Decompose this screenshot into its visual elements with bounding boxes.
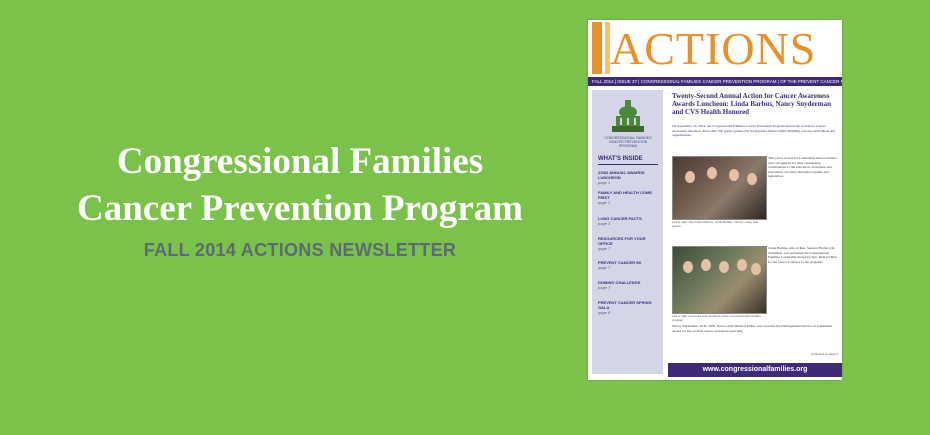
inside-item-page: page 7: [598, 265, 611, 270]
inside-item[interactable]: FAMILY AND HEALTH COME FIRST page 3: [598, 190, 658, 205]
person-face: [701, 259, 711, 271]
article-side-text: This year's Action for Leadership Award …: [768, 156, 837, 178]
divider: [598, 164, 658, 165]
person-face: [683, 261, 693, 273]
inside-item-page: page 3: [598, 200, 611, 205]
inside-item-label: FAMILY AND HEALTH COME FIRST: [598, 190, 653, 200]
person-face: [737, 259, 747, 271]
inside-item-label: RESOURCES FOR YOUR OFFICE: [598, 236, 646, 246]
inside-item[interactable]: PREVENT CANCER SPRING GALA page 8: [598, 300, 658, 315]
newsletter-cover-thumbnail[interactable]: ACTIONS FALL 2014 | ISSUE 37 | CONGRESSI…: [588, 20, 842, 380]
photo-caption: Left to right: Kay Curtis Marcus, Linda …: [672, 220, 759, 228]
inside-item-page: page 7: [598, 246, 611, 251]
headline-line-1: Congressional Families: [116, 141, 484, 182]
inside-item-page: page 1: [598, 180, 611, 185]
inside-item-label: PREVENT CANCER SPRING GALA: [598, 300, 652, 310]
article-body: Nancy Snyderman, M.D., NBC News Chief Me…: [672, 324, 832, 333]
masthead: ACTIONS: [588, 20, 842, 77]
sidebar: CONGRESSIONAL FAMILIES CANCER PREVENTION…: [592, 90, 663, 374]
person-face: [747, 173, 757, 185]
inside-item-page: page 7: [598, 285, 611, 290]
article-side-text: Linda Barbus, wife of Rep. Spencer Bachu…: [768, 246, 837, 264]
inside-item-page: page 8: [598, 310, 611, 315]
whats-inside-title: WHAT'S INSIDE: [598, 156, 643, 162]
person-face: [685, 171, 695, 183]
masthead-title: ACTIONS: [610, 23, 817, 74]
logo-caption: CONGRESSIONAL FAMILIES CANCER PREVENTION…: [604, 136, 652, 148]
issue-bar-text: FALL 2014 | ISSUE 37 | CONGRESSIONAL FAM…: [592, 79, 842, 84]
person-face: [729, 169, 739, 181]
website-link[interactable]: www.congressionalfamilies.org: [668, 363, 842, 377]
headline-line-2: Cancer Prevention Program: [77, 188, 523, 229]
continued-note: continued on page 2: [810, 352, 838, 356]
inside-item[interactable]: 22ND ANNUAL AWARDS LUNCHEON page 1: [598, 170, 658, 185]
program-headline: Congressional Families Cancer Prevention…: [40, 138, 560, 232]
luncheon-photo: [672, 156, 767, 220]
inside-item-label: 22ND ANNUAL AWARDS LUNCHEON: [598, 170, 645, 180]
honorees-photo: [672, 246, 767, 314]
inside-item[interactable]: DOMINO CHALLENGE page 7: [598, 280, 658, 290]
photo-caption: Left to right: honorees and members of t…: [672, 314, 761, 322]
masthead-stripe: [592, 22, 602, 74]
article-lede: On September 18, 2014, the Congressional…: [672, 124, 836, 137]
inside-item[interactable]: LUNG CANCER FACTS page 3: [598, 216, 658, 226]
inside-item-page: page 3: [598, 221, 611, 226]
person-face: [719, 261, 729, 273]
inside-item[interactable]: RESOURCES FOR YOUR OFFICE page 7: [598, 236, 658, 251]
promo-banner: Congressional Families Cancer Prevention…: [0, 0, 930, 435]
person-face: [751, 263, 761, 275]
article-title: Twenty-Second Annual Action for Cancer A…: [672, 92, 831, 116]
newsletter-subheading: FALL 2014 ACTIONS NEWSLETTER: [143, 240, 457, 260]
person-face: [707, 167, 717, 179]
inside-item[interactable]: PREVENT CANCER 5K page 7: [598, 260, 658, 270]
capitol-logo-icon: [612, 100, 644, 132]
